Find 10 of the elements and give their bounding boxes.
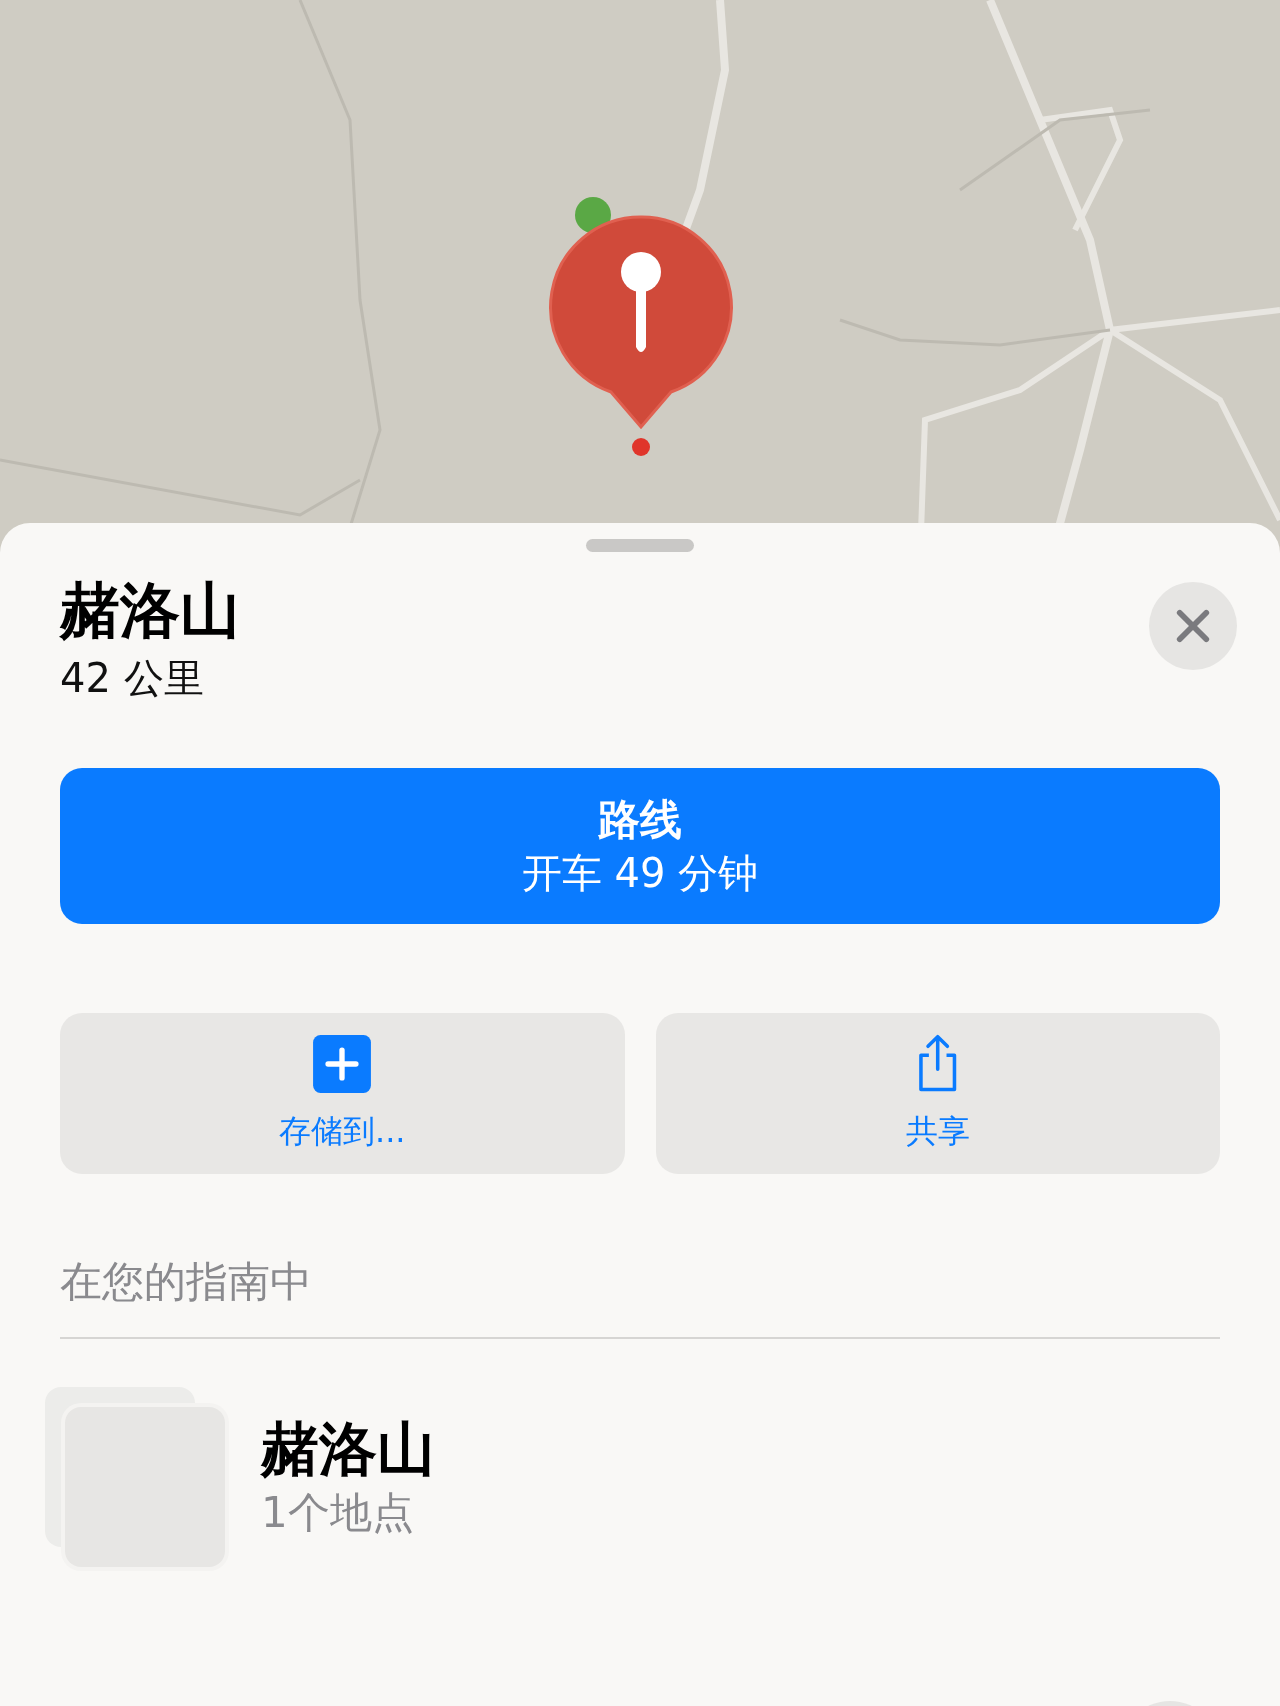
- guide-title: 赭洛山: [261, 1414, 435, 1485]
- place-distance: 42 公里: [60, 654, 205, 703]
- action-button[interactable]: 共享: [655, 1013, 1220, 1174]
- add-icon: [312, 1033, 373, 1094]
- close-icon: [1174, 607, 1212, 645]
- directions-button[interactable]: 路线 开车 49 分钟: [60, 768, 1220, 924]
- place-title: 赭洛山: [60, 574, 240, 647]
- guide-count: 1个地点: [261, 1487, 415, 1539]
- action-button[interactable]: 存储到...: [60, 1013, 625, 1174]
- section-heading: 在您的指南中: [60, 1256, 313, 1308]
